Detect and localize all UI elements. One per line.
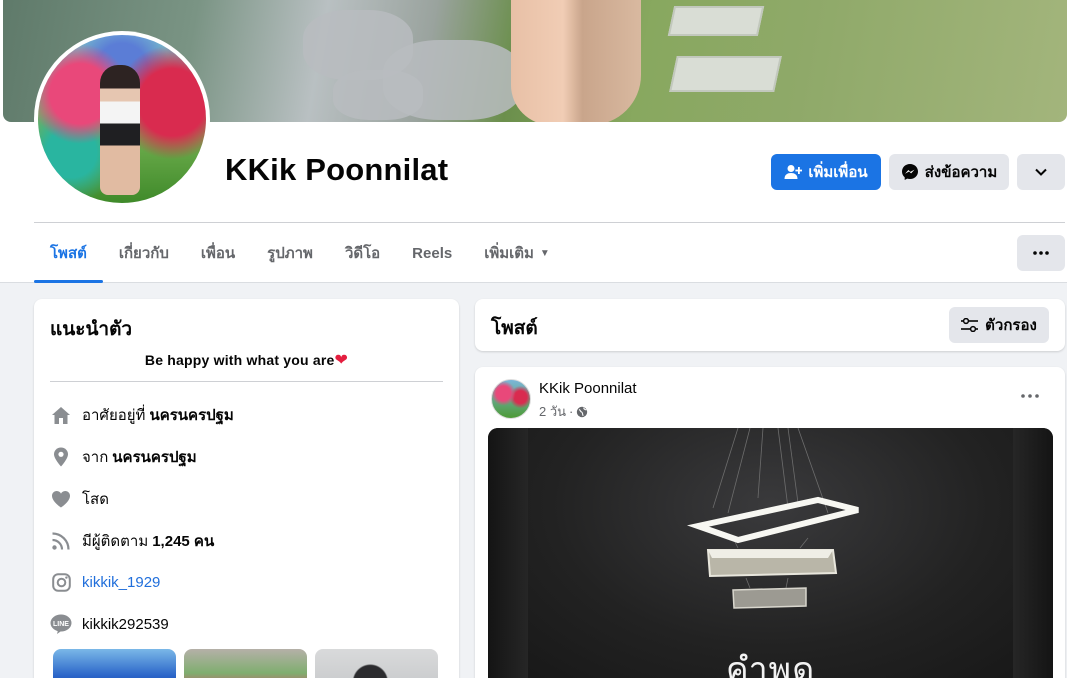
- intro-title: แนะนำตัว: [50, 319, 133, 340]
- post-author-avatar[interactable]: [491, 379, 531, 419]
- avatar-person: [100, 65, 140, 195]
- add-friend-icon: [784, 165, 803, 179]
- relationship-status: โสด: [82, 491, 109, 508]
- profile-tabs: โพสต์ เกี่ยวกับ เพื่อน รูปภาพ วิดีโอ Ree…: [34, 224, 566, 283]
- home-icon: [50, 404, 72, 426]
- chevron-down-icon: [1035, 168, 1047, 176]
- add-friend-button[interactable]: เพิ่มเพื่อน: [771, 154, 881, 190]
- tab-reels[interactable]: Reels: [396, 224, 468, 282]
- instagram-link[interactable]: kikkik_1929: [82, 574, 160, 591]
- more-dots-icon: [1021, 394, 1039, 398]
- globe-icon: [577, 406, 588, 417]
- post-image[interactable]: คำพูด: [488, 428, 1053, 678]
- cover-stepping-stone: [667, 6, 765, 36]
- cover-stepping-stone: [669, 56, 782, 92]
- heart-outline-icon: [50, 488, 72, 510]
- more-dots-icon: [1033, 251, 1049, 255]
- lives-in-prefix: อาศัยอยู่ที่: [82, 407, 146, 424]
- message-button[interactable]: ส่งข้อความ: [889, 154, 1009, 190]
- tab-more[interactable]: เพิ่มเติม ▼: [468, 224, 566, 282]
- tab-videos[interactable]: วิดีโอ: [329, 224, 396, 282]
- heart-icon: ❤: [334, 352, 349, 369]
- tab-friends[interactable]: เพื่อน: [185, 224, 251, 282]
- meta-separator: ·: [569, 404, 574, 419]
- tab-more-label: เพิ่มเติม: [484, 245, 534, 262]
- featured-photo[interactable]: [315, 649, 438, 678]
- relationship-row: โสด: [50, 487, 109, 511]
- rss-icon: [50, 530, 72, 552]
- profile-menu-button[interactable]: [1017, 235, 1065, 271]
- followers-row: มีผู้ติดตาม 1,245 คน: [50, 529, 214, 553]
- from-prefix: จาก: [82, 449, 109, 466]
- bio-text: Be happy with what you are: [144, 352, 335, 368]
- from-row: จาก นครนครปฐม: [50, 445, 197, 469]
- featured-photo[interactable]: [184, 649, 307, 678]
- post-author-name[interactable]: KKik Poonnilat: [539, 380, 637, 397]
- caret-down-icon: ▼: [539, 247, 550, 259]
- intro-card: แนะนำตัว Be happy with what you are❤ อาศ…: [34, 299, 459, 678]
- filter-label: ตัวกรอง: [985, 317, 1037, 334]
- bio: Be happy with what you are❤: [34, 350, 459, 370]
- line-row: LINE kikkik292539: [50, 613, 169, 635]
- followers-count[interactable]: 1,245 คน: [152, 529, 214, 553]
- instagram-icon: [50, 571, 72, 593]
- add-friend-label: เพิ่มเพื่อน: [808, 164, 868, 181]
- filter-sliders-icon: [961, 318, 979, 332]
- pendant-lamp-illustration: [686, 428, 859, 609]
- featured-photos: [53, 649, 438, 678]
- post-meta: 2 วัน ·: [539, 401, 588, 422]
- tab-about[interactable]: เกี่ยวกับ: [103, 224, 185, 282]
- messenger-icon: [901, 164, 918, 180]
- instagram-row: kikkik_1929: [50, 571, 160, 593]
- lives-in-row: อาศัยอยู่ที่ นครนครปฐม: [50, 403, 234, 427]
- line-app-icon: LINE: [50, 613, 72, 635]
- avatar-photo: [38, 35, 206, 203]
- filter-button[interactable]: ตัวกรอง: [949, 307, 1049, 343]
- image-caption-text: คำพูด: [725, 651, 816, 678]
- lives-in-value[interactable]: นครนครปฐม: [149, 403, 233, 427]
- message-label: ส่งข้อความ: [924, 164, 998, 181]
- profile-header: KKik Poonnilat เพิ่มเพื่อน ส่งข้อความ โพ…: [0, 0, 1067, 283]
- posts-header-card: โพสต์ ตัวกรอง: [475, 299, 1065, 351]
- more-options-button[interactable]: [1017, 154, 1065, 190]
- cover-subject: [511, 0, 641, 122]
- cover-rock: [333, 70, 423, 120]
- from-value[interactable]: นครนครปฐม: [112, 445, 196, 469]
- header-divider: [34, 222, 1065, 223]
- profile-avatar[interactable]: [34, 31, 210, 207]
- location-pin-icon: [50, 446, 72, 468]
- tab-photos[interactable]: รูปภาพ: [251, 224, 329, 282]
- post-card: KKik Poonnilat 2 วัน · คำพูด: [475, 367, 1065, 678]
- line-id: kikkik292539: [82, 615, 169, 633]
- profile-name: KKik Poonnilat: [225, 152, 449, 187]
- posts-title: โพสต์: [491, 318, 538, 339]
- featured-photo[interactable]: [53, 649, 176, 678]
- post-timestamp[interactable]: 2 วัน: [539, 401, 566, 422]
- tab-posts[interactable]: โพสต์: [34, 224, 103, 283]
- followers-prefix: มีผู้ติดตาม: [82, 533, 149, 550]
- intro-divider: [50, 381, 443, 382]
- post-options-button[interactable]: [1017, 385, 1043, 407]
- svg-text:LINE: LINE: [53, 621, 69, 628]
